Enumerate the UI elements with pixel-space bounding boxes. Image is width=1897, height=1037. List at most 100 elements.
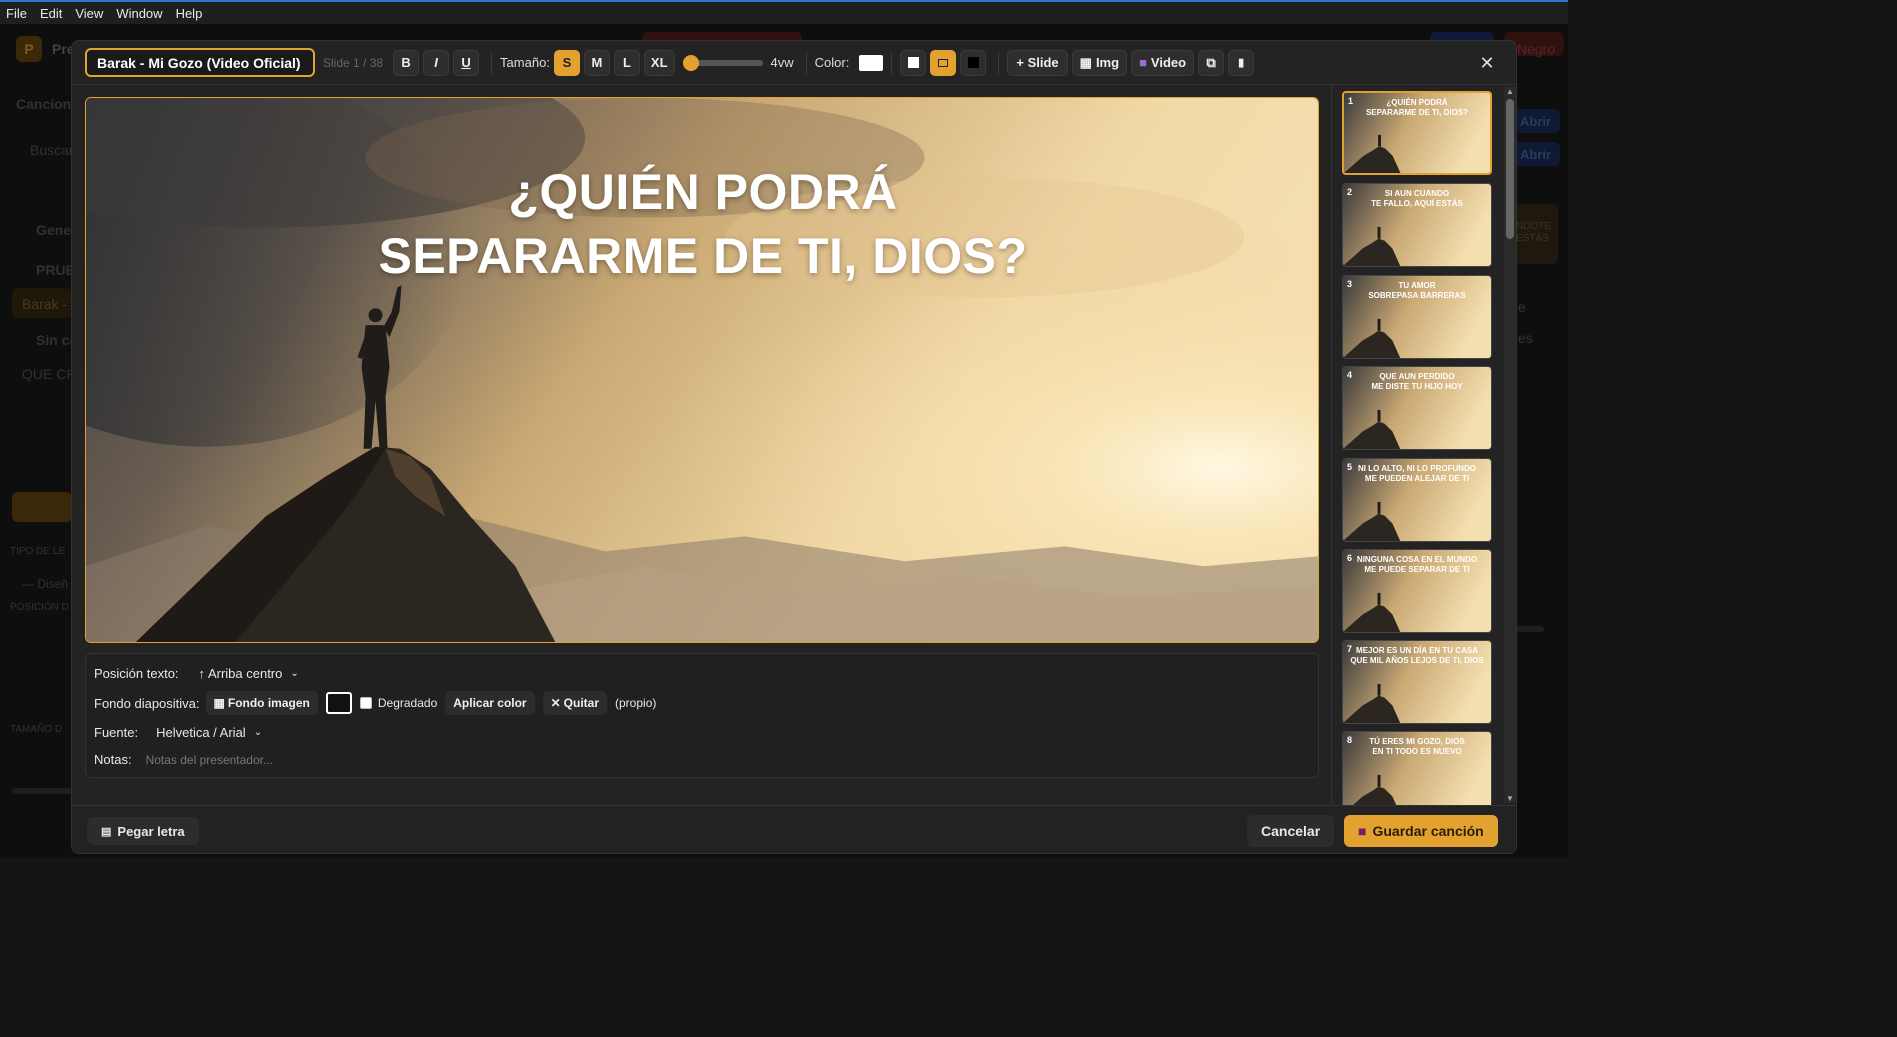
slide-background-row: Fondo diapositiva: ▦ Fondo imagen Degrada… [94, 691, 656, 715]
toolbar-divider [805, 51, 807, 74]
scroll-down-icon[interactable]: ▼ [1504, 794, 1516, 803]
slide-background-label: Fondo diapositiva: [94, 695, 200, 711]
save-song-label: Guardar canción [1372, 823, 1484, 839]
duplicate-icon: ⧉ [1206, 54, 1216, 70]
duplicate-slide-button[interactable]: ⧉ [1198, 49, 1225, 76]
add-image-button[interactable]: ▦ Img [1071, 49, 1128, 76]
remove-background-button[interactable]: ✕ Quitar [542, 691, 608, 715]
trash-icon: ▮ [1238, 57, 1245, 69]
clapperboard-icon: ■ [1139, 55, 1147, 70]
text-position-label: Posición texto: [94, 666, 179, 681]
thumbnails-scrollbar[interactable]: ▲ ▼ [1504, 87, 1516, 803]
menu-help[interactable]: Help [176, 6, 203, 21]
slide-options-panel: Posición texto: ↑ Arriba centro ⌄ Fondo … [85, 653, 1319, 778]
slide-thumbnail[interactable]: 7 MEJOR ES UN DÍA EN TU CASA QUE MIL AÑOS… [1342, 640, 1492, 724]
slide-text-line-2: SEPARARME DE TI, DIOS? [378, 228, 1028, 284]
menu-file[interactable]: File [6, 6, 27, 21]
apply-color-button[interactable]: Aplicar color [445, 691, 535, 715]
gradient-label: Degradado [377, 696, 438, 710]
menubar: File Edit View Window Help [0, 0, 1568, 24]
notes-row: Notas: Notas del presentador... [94, 752, 273, 767]
add-video-label: Video [1150, 55, 1187, 70]
menu-view[interactable]: View [75, 6, 103, 21]
slide-thumbnail[interactable]: 4 QUE AUN PERDIDO ME DISTE TU HIJO HOY [1342, 366, 1492, 450]
close-icon[interactable]: ✕ [1472, 53, 1502, 73]
text-bg-box-button[interactable] [930, 49, 957, 76]
italic-button[interactable]: I [423, 49, 450, 76]
remove-background-label: Quitar [563, 696, 600, 710]
thumbnail-text: MEJOR ES UN DÍA EN TU CASA QUE MIL AÑOS … [1350, 646, 1484, 665]
toolbar-divider [891, 51, 893, 74]
text-color-swatch[interactable] [859, 54, 884, 71]
editor-toolbar: Slide 1 / 38 B I U Tamaño: S M L XL 4vw … [72, 41, 1516, 85]
slide-thumbnail[interactable]: 8 TÚ ERES MI GOZO, DIOS EN TI TODO ES NUE… [1342, 731, 1492, 805]
cancel-button[interactable]: Cancelar [1247, 815, 1335, 847]
text-bg-white-button[interactable] [900, 49, 927, 76]
thumbnail-text: TU AMOR SOBREPASA BARRERAS [1368, 281, 1466, 300]
text-position-select[interactable]: ↑ Arriba centro ⌄ [199, 666, 299, 681]
paste-lyrics-label: Pegar letra [117, 823, 185, 839]
font-row: Fuente: Helvetica / Arial ⌄ [94, 725, 262, 740]
size-label: Tamaño: [500, 55, 550, 70]
text-position-value: ↑ Arriba centro [198, 666, 283, 681]
background-source-tag: (propio) [615, 696, 657, 710]
image-icon: ▦ [213, 696, 225, 710]
white-square-icon [907, 57, 919, 68]
editor-footer: ▤ Pegar letra Cancelar ■ Guardar canción [72, 805, 1516, 853]
boxed-square-icon [938, 58, 949, 67]
save-song-button[interactable]: ■ Guardar canción [1344, 815, 1498, 847]
song-title-input[interactable] [85, 48, 315, 77]
size-m-button[interactable]: M [583, 49, 610, 76]
background-color-swatch[interactable] [325, 692, 352, 714]
font-scale-slider-handle[interactable] [682, 54, 699, 71]
font-label: Fuente: [94, 725, 139, 740]
close-icon: ✕ [550, 696, 561, 710]
scroll-up-icon[interactable]: ▲ [1504, 87, 1516, 96]
slide-thumbnail[interactable]: 1 ¿QUIÉN PODRÁ SEPARARME DE TI, DIOS? [1342, 91, 1492, 175]
toolbar-divider [998, 51, 1000, 74]
slide-thumbnail[interactable]: 6 NINGUNA COSA EN EL MUNDO ME PUEDE SEPAR… [1342, 549, 1492, 633]
gradient-checkbox[interactable] [359, 697, 372, 709]
slide-thumbnails: 1 ¿QUIÉN PODRÁ SEPARARME DE TI, DIOS? 2 SI … [1331, 85, 1516, 805]
underline-button[interactable]: U [453, 49, 480, 76]
font-value: Helvetica / Arial [156, 725, 246, 740]
slide-thumbnail[interactable]: 3 TU AMOR SOBREPASA BARRERAS [1342, 275, 1492, 359]
slide-thumbnail[interactable]: 5 NI LO ALTO, NI LO PROFUNDO ME PUEDEN AL… [1342, 458, 1492, 542]
slide-text[interactable]: ¿QUIÉN PODRÁ SEPARARME DE TI, DIOS? [86, 160, 1318, 288]
add-image-label: Img [1095, 55, 1120, 70]
menu-edit[interactable]: Edit [40, 6, 62, 21]
chevron-down-icon: ⌄ [253, 727, 263, 738]
clipboard-icon: ▤ [101, 825, 112, 838]
text-position-row: Posición texto: ↑ Arriba centro ⌄ [94, 666, 299, 681]
scrollbar-handle[interactable] [1506, 99, 1514, 239]
size-l-button[interactable]: L [613, 49, 640, 76]
thumbnail-text: ¿QUIÉN PODRÁ SEPARARME DE TI, DIOS? [1365, 98, 1469, 117]
font-scale-value: 4vw [770, 55, 794, 70]
add-video-button[interactable]: ■ Video [1131, 49, 1195, 76]
delete-slide-button[interactable]: ▮ [1228, 49, 1255, 76]
text-bg-black-button[interactable] [960, 49, 987, 76]
slide-text-line-1: ¿QUIÉN PODRÁ [508, 164, 898, 220]
thumbnail-text: SI AUN CUANDO TE FALLO, AQUÍ ESTÁS [1371, 189, 1463, 208]
thumbnail-text: TÚ ERES MI GOZO, DIOS EN TI TODO ES NUEV… [1369, 737, 1465, 756]
slide-thumbnail[interactable]: 2 SI AUN CUANDO TE FALLO, AQUÍ ESTÁS [1342, 183, 1492, 267]
background-image-button[interactable]: ▦ Fondo imagen [205, 691, 318, 715]
size-s-button[interactable]: S [553, 49, 580, 76]
image-icon: ▦ [1079, 54, 1092, 70]
font-select[interactable]: Helvetica / Arial ⌄ [156, 725, 262, 740]
thumbnail-text: NI LO ALTO, NI LO PROFUNDO ME PUEDEN ALE… [1357, 464, 1477, 483]
font-scale-slider[interactable] [682, 54, 763, 71]
bold-button[interactable]: B [393, 49, 420, 76]
add-slide-button[interactable]: + Slide [1007, 49, 1068, 76]
color-label: Color: [814, 55, 850, 70]
size-xl-button[interactable]: XL [643, 49, 675, 76]
notes-input[interactable]: Notas del presentador... [146, 753, 273, 767]
toolbar-divider [491, 51, 493, 74]
chevron-down-icon: ⌄ [290, 668, 299, 679]
notes-label: Notas: [94, 752, 132, 767]
black-square-icon [967, 57, 979, 68]
paste-lyrics-button[interactable]: ▤ Pegar letra [87, 817, 199, 845]
menu-window[interactable]: Window [116, 6, 162, 21]
floppy-disk-icon: ■ [1358, 823, 1367, 839]
slide-preview[interactable]: ¿QUIÉN PODRÁ SEPARARME DE TI, DIOS? [85, 97, 1319, 643]
